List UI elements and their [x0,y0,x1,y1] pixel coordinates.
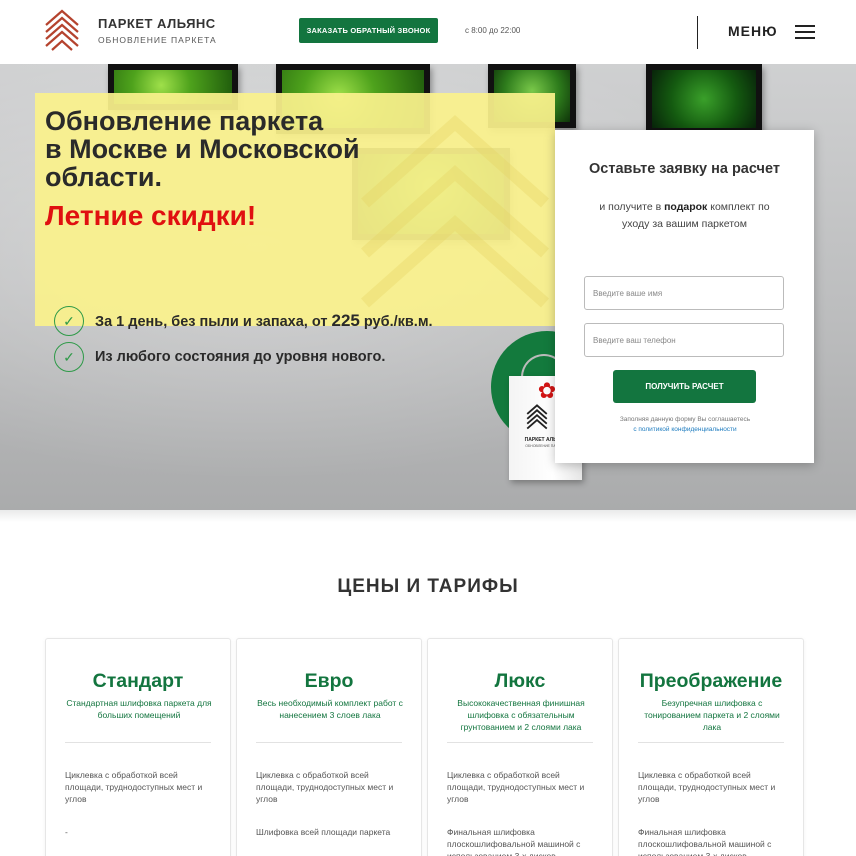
name-input[interactable] [584,276,784,310]
tariff-description: Стандартная шлифовка паркета для больших… [66,698,212,720]
menu-label[interactable]: МЕНЮ [728,23,778,39]
benefit-1-price: 225 [331,311,360,330]
privacy-policy-link[interactable]: с политикой конфиденциальности [633,426,736,433]
benefit-1-text: За 1 день, без пыли и запаха, от [95,314,332,330]
baseboard [0,510,856,522]
card-divider [65,742,211,743]
card-divider [256,742,402,743]
tariff-feature: - [65,827,68,837]
tariff-description: Безупречная шлифовка с тонированием парк… [644,698,780,732]
request-form: Оставьте заявку на расчет и получите в п… [555,130,814,463]
tariff-feature: Циклевка с обработкой всей площади, труд… [65,770,203,804]
sale-headline: Летние скидки! [45,200,257,231]
tariff-description: Высококачественная финишная шлифовка с о… [457,698,585,732]
tariff-card-transformation[interactable]: Преображение Безупречная шлифовка с тони… [618,638,804,856]
logo-icon[interactable] [44,9,80,51]
hamburger-menu-icon[interactable] [795,25,815,39]
tariff-card-euro[interactable]: Евро Весь необходимый комплект работ с н… [236,638,422,856]
benefit-2-text: Из любого состояния до уровня нового. [95,349,386,365]
working-hours: с 8:00 до 22:00 [465,26,521,35]
tariff-feature: Циклевка с обработкой всей площади, труд… [447,770,585,804]
tariff-card-standard[interactable]: Стандарт Стандартная шлифовка паркета дл… [45,638,231,856]
callback-button[interactable]: ЗАКАЗАТЬ ОБРАТНЫЙ ЗВОНОК [299,18,438,43]
card-divider [638,742,784,743]
bag-logo-icon [526,404,548,430]
tariff-name: Стандарт [92,670,184,692]
form-title: Оставьте заявку на расчет [589,161,780,177]
promo-box: Обновление паркета в Москве и Московской… [35,93,555,326]
benefit-item-2: ✓ Из любого состояния до уровня нового. [54,342,385,372]
check-icon: ✓ [54,342,84,372]
brand-subtitle: ОБНОВЛЕНИЕ ПАРКЕТА [98,35,217,45]
tariff-feature: Циклевка с обработкой всей площади, труд… [638,770,776,804]
brand-name: ПАРКЕТ АЛЬЯНС [98,16,216,31]
benefit-item-1: ✓ За 1 день, без пыли и запаха, от 225 р… [54,306,433,336]
phone-input[interactable] [584,323,784,357]
wall-frame-5 [646,64,762,134]
tariff-card-lux[interactable]: Люкс Высококачественная финишная шлифовк… [427,638,613,856]
tariff-feature: Циклевка с обработкой всей площади, труд… [256,770,394,804]
prices-heading: ЦЕНЫ И ТАРИФЫ [337,576,519,597]
form-description: и получите в подарок комплект по уходу з… [599,201,770,230]
tariff-description: Весь необходимый комплект работ с нанесе… [257,698,403,720]
site-header: ПАРКЕТ АЛЬЯНС ОБНОВЛЕНИЕ ПАРКЕТА ЗАКАЗАТ… [0,0,856,64]
tariff-feature: Финальная шлифовка плоскошлифовальной ма… [638,827,772,856]
benefit-1-unit: руб./кв.м. [359,314,433,330]
header-divider [697,16,698,49]
get-estimate-button[interactable]: ПОЛУЧИТЬ РАСЧЕТ [613,370,756,403]
hero-title: Обновление паркета в Москве и Московской… [45,106,360,192]
tariff-name: Евро [304,670,354,692]
tariff-name: Люкс [494,670,546,692]
tariff-feature: Шлифовка всей площади паркета [256,827,391,837]
brand[interactable]: ПАРКЕТ АЛЬЯНС ОБНОВЛЕНИЕ ПАРКЕТА [98,16,217,45]
tariff-feature: Финальная шлифовка плоскошлифовальной ма… [447,827,581,856]
card-divider [447,742,593,743]
consent-notice: Заполняя данную форму Вы соглашаетесь с … [619,416,751,433]
check-icon: ✓ [54,306,84,336]
tariff-name: Преображение [639,670,783,692]
